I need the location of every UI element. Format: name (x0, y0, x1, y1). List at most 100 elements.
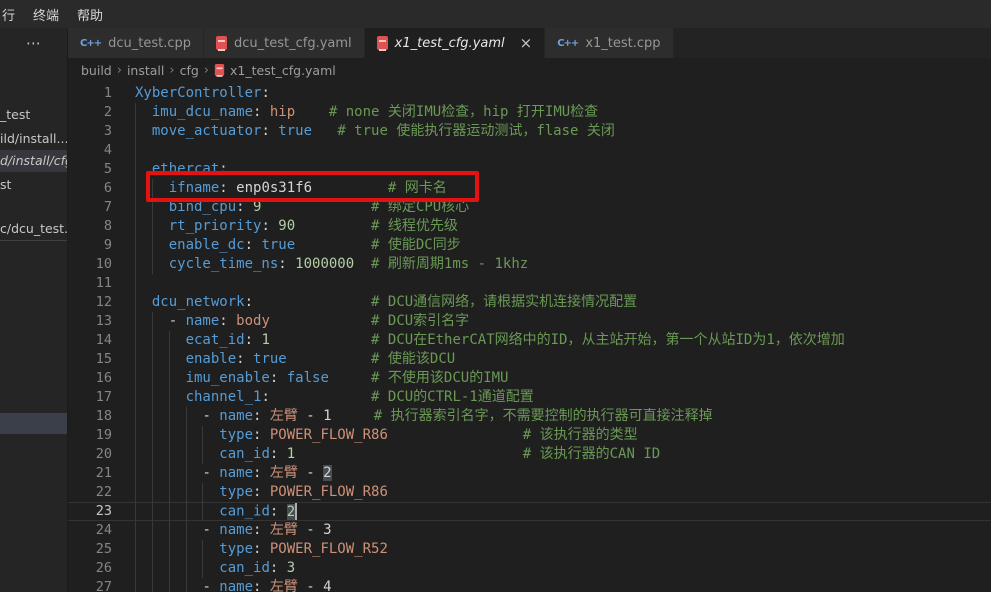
code-line-8[interactable]: 8 rt_priority: 90 # 线程优先级 (68, 217, 991, 236)
code-token: - 4 (298, 579, 332, 592)
tab-x1_test.cpp[interactable]: C++x1_test.cpp (545, 28, 673, 58)
sidebar-header: ⋯ (0, 28, 67, 58)
code-token: 2 (323, 465, 331, 481)
tab-dcu_test_cfg.yaml[interactable]: dcu_test_cfg.yaml (204, 28, 365, 58)
indent-guide (135, 312, 136, 331)
code-line-1[interactable]: 1XyberController: (68, 84, 991, 103)
code-token: - (202, 522, 219, 538)
indent-guide (152, 312, 153, 331)
menu-item-帮助[interactable]: 帮助 (68, 5, 112, 24)
code-token: # 绑定CPU核心 (371, 199, 469, 215)
code-token: : (253, 541, 270, 557)
code-line-25[interactable]: 25 type: POWER_FLOW_R52 (68, 540, 991, 559)
code-token: dcu_network (152, 294, 245, 310)
code-line-10[interactable]: 10 cycle_time_ns: 1000000 # 刷新周期1ms - 1k… (68, 255, 991, 274)
sidebar-item[interactable]: c/dcu_test... (0, 218, 68, 240)
sidebar-item[interactable]: d/install/cfg (0, 150, 68, 172)
breadcrumb-file[interactable]: x1_test_cfg.yaml (230, 63, 336, 78)
code-line-6[interactable]: 6 ifname: enp0s31f6 # 网卡名 (68, 179, 991, 198)
menu-item-终端[interactable]: 终端 (24, 5, 68, 24)
breadcrumb-segment[interactable]: build (81, 63, 112, 78)
code-token (295, 446, 523, 462)
code-token (135, 104, 152, 120)
code-token (332, 408, 374, 424)
indent-guide (152, 217, 153, 236)
code-token: can_id (219, 504, 270, 520)
code-line-17[interactable]: 17 channel_1: # DCU的CTRL-1通道配置 (68, 388, 991, 407)
code-line-15[interactable]: 15 enable: true # 使能该DCU (68, 350, 991, 369)
indent-guide (152, 426, 153, 445)
indent-guide (186, 407, 187, 426)
indent-guide (135, 122, 136, 141)
code-token: enp0s31f6 (236, 180, 312, 196)
code-token: : (245, 332, 262, 348)
indent-guide (152, 255, 153, 274)
code-token (312, 180, 388, 196)
code-token (135, 370, 186, 386)
breadcrumb-segment[interactable]: cfg (180, 63, 199, 78)
code-line-5[interactable]: 5 ethercat: (68, 160, 991, 179)
indent-guide (135, 407, 136, 426)
sidebar-item[interactable]: ild/install... (0, 128, 68, 150)
indent-guide (152, 502, 153, 521)
code-line-11[interactable]: 11 (68, 274, 991, 293)
indent-guide (169, 426, 170, 445)
indent-guide (186, 445, 187, 464)
tab-label: x1_test.cpp (585, 36, 660, 51)
indent-guide (135, 578, 136, 592)
indent-guide (152, 559, 153, 578)
code-token: # none 关闭IMU检查，hip 打开IMU检查 (329, 104, 598, 120)
code-token: : (219, 161, 227, 177)
code-token: : (245, 237, 262, 253)
indent-guide (152, 483, 153, 502)
yaml-icon (216, 36, 227, 50)
code-content: can_id: 3 (135, 559, 991, 578)
code-line-18[interactable]: 18 - name: 左臂 - 1 # 执行器索引名字，不需要控制的执行器可直接… (68, 407, 991, 426)
indent-guide (152, 521, 153, 540)
code-line-20[interactable]: 20 can_id: 1 # 该执行器的CAN ID (68, 445, 991, 464)
line-number: 8 (68, 217, 112, 236)
code-token (135, 541, 219, 557)
code-line-3[interactable]: 3 move_actuator: true # true 使能执行器运动测试，f… (68, 122, 991, 141)
code-line-24[interactable]: 24 - name: 左臂 - 3 (68, 521, 991, 540)
code-line-16[interactable]: 16 imu_enable: false # 不使用该DCU的IMU (68, 369, 991, 388)
code-token: ecat_id (186, 332, 245, 348)
code-token: : (253, 465, 270, 481)
code-line-12[interactable]: 12 dcu_network: # DCU通信网络，请根据实机连接情况配置 (68, 293, 991, 312)
tab-dcu_test.cpp[interactable]: C++dcu_test.cpp (68, 28, 204, 58)
chevron-right-icon: › (117, 63, 122, 78)
code-line-22[interactable]: 22 type: POWER_FLOW_R86 (68, 483, 991, 502)
close-icon[interactable]: × (520, 36, 533, 51)
indent-guide (202, 540, 203, 559)
code-line-19[interactable]: 19 type: POWER_FLOW_R86 # 该执行器的类型 (68, 426, 991, 445)
code-line-26[interactable]: 26 can_id: 3 (68, 559, 991, 578)
code-token: - (298, 465, 323, 481)
more-actions-icon[interactable]: ⋯ (26, 34, 42, 52)
code-line-2[interactable]: 2 imu_dcu_name: hip # none 关闭IMU检查，hip 打… (68, 103, 991, 122)
code-line-21[interactable]: 21 - name: 左臂 - 2 (68, 464, 991, 483)
line-number: 12 (68, 293, 112, 312)
code-content (135, 141, 991, 160)
sidebar-highlight-row[interactable] (0, 413, 68, 434)
code-line-4[interactable]: 4 (68, 141, 991, 160)
code-line-23[interactable]: 23 can_id: 2 (68, 502, 991, 521)
code-token: # 网卡名 (388, 180, 447, 196)
code-line-13[interactable]: 13 - name: body # DCU索引名字 (68, 312, 991, 331)
breadcrumb[interactable]: build›install›cfg›x1_test_cfg.yaml (68, 58, 991, 82)
code-line-9[interactable]: 9 enable_dc: true # 使能DC同步 (68, 236, 991, 255)
menu-item-行[interactable]: 行 (0, 5, 24, 24)
code-line-7[interactable]: 7 bind_cpu: 9 # 绑定CPU核心 (68, 198, 991, 217)
code-token: false (287, 370, 329, 386)
code-token: # DCU在EtherCAT网络中的ID，从主站开始，第一个从站ID为1，依次增… (371, 332, 845, 348)
code-line-14[interactable]: 14 ecat_id: 1 # DCU在EtherCAT网络中的ID，从主站开始… (68, 331, 991, 350)
breadcrumb-segment[interactable]: install (127, 63, 164, 78)
code-content: ethercat: (135, 160, 991, 179)
code-token: channel_1 (186, 389, 262, 405)
code-line-27[interactable]: 27 - name: 左臂 - 4 (68, 578, 991, 592)
tab-x1_test_cfg.yaml[interactable]: x1_test_cfg.yaml× (365, 28, 546, 58)
sidebar-item[interactable]: _test (0, 104, 68, 126)
code-editor[interactable]: 1XyberController:2 imu_dcu_name: hip # n… (68, 83, 991, 592)
code-token: POWER_FLOW_R52 (270, 541, 388, 557)
code-token: 90 (278, 218, 295, 234)
sidebar-item[interactable]: st (0, 174, 68, 196)
